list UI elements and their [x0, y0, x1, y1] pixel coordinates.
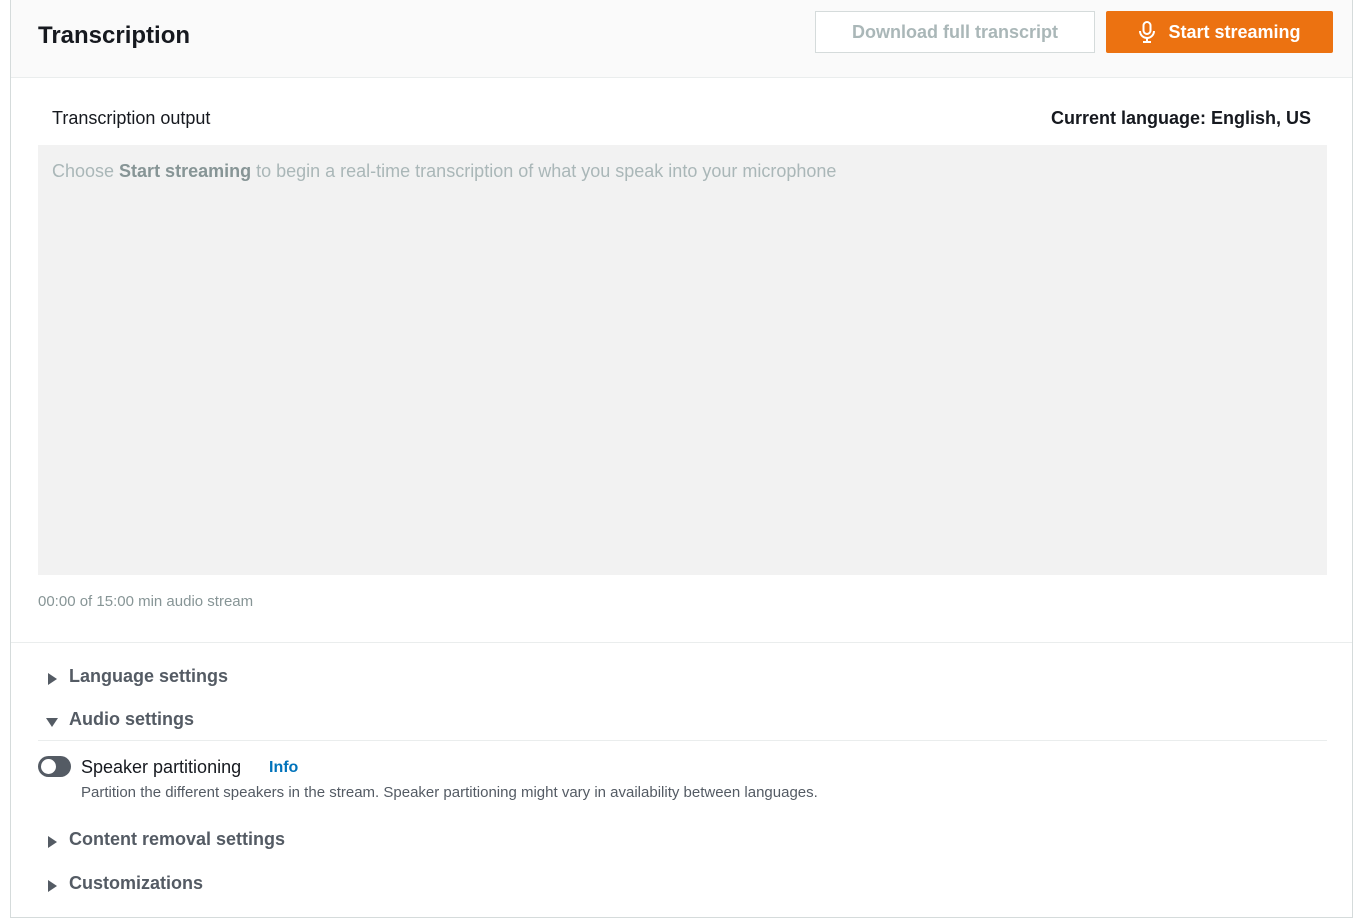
output-placeholder: Choose Start streaming to begin a real-t… [52, 161, 836, 182]
placeholder-bold: Start streaming [119, 161, 252, 181]
audio-settings-expander[interactable]: Audio settings [45, 709, 194, 730]
customizations-expander[interactable]: Customizations [45, 873, 203, 894]
caret-right-icon [45, 833, 59, 848]
speaker-partitioning-label: Speaker partitioning [81, 757, 242, 777]
content-removal-label: Content removal settings [69, 829, 286, 849]
panel-header: Transcription Download full transcript S… [11, 0, 1352, 78]
speaker-partitioning-description: Partition the different speakers in the … [81, 784, 818, 801]
caret-right-icon [45, 670, 59, 685]
transcription-panel: Transcription Download full transcript S… [10, 0, 1353, 918]
speaker-partitioning-toggle[interactable] [38, 756, 71, 777]
current-language: Current language: English, US [1050, 108, 1311, 128]
placeholder-suffix: to begin a real-time transcription of wh… [251, 161, 837, 181]
language-settings-expander[interactable]: Language settings [45, 666, 228, 687]
caret-down-icon [45, 713, 59, 727]
microphone-icon [1138, 21, 1156, 43]
placeholder-prefix: Choose [52, 161, 120, 181]
page-title: Transcription [38, 22, 191, 49]
start-streaming-label: Start streaming [1168, 21, 1301, 42]
transcription-output-area: Choose Start streaming to begin a real-t… [38, 145, 1327, 575]
speaker-partitioning-info-link[interactable]: Info [269, 759, 298, 777]
toggle-knob [41, 759, 56, 774]
content-removal-expander[interactable]: Content removal settings [45, 829, 285, 850]
audio-settings-label: Audio settings [69, 709, 194, 729]
customizations-label: Customizations [69, 873, 204, 893]
download-transcript-label: Download full transcript [851, 21, 1058, 42]
download-transcript-button[interactable]: Download full transcript [815, 11, 1095, 53]
audio-stream-counter: 00:00 of 15:00 min audio stream [38, 593, 254, 610]
audio-settings-divider [38, 740, 1327, 741]
caret-right-icon [45, 877, 59, 892]
section-divider [11, 642, 1352, 643]
language-settings-label: Language settings [69, 666, 229, 686]
start-streaming-button[interactable]: Start streaming [1106, 11, 1333, 53]
transcription-output-label: Transcription output [52, 108, 211, 128]
